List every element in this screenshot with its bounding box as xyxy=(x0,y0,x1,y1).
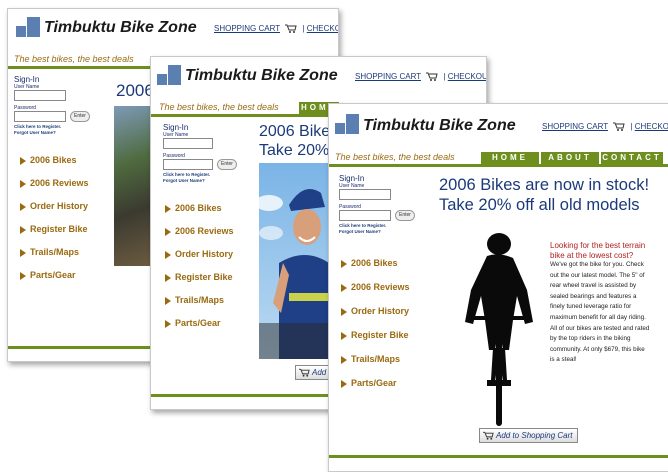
top-separator: | xyxy=(630,122,633,131)
footer-line xyxy=(329,455,668,458)
arrow-icon xyxy=(20,249,26,257)
signin-title: Sign-In xyxy=(163,123,189,132)
arrow-icon xyxy=(341,284,347,292)
top-links: SHOPPING CART | CHECKOUT xyxy=(355,72,486,82)
rider-photo xyxy=(259,163,329,359)
password-field[interactable] xyxy=(14,111,66,122)
forgot-link[interactable]: Forgot User Name? xyxy=(14,130,90,136)
logo-text[interactable]: Timbuktu Bike Zone xyxy=(363,117,516,135)
enter-button[interactable]: Enter xyxy=(395,210,415,221)
shopping-cart-link[interactable]: SHOPPING CART xyxy=(355,72,421,81)
cart-icon[interactable] xyxy=(613,122,625,132)
username-field[interactable] xyxy=(163,138,213,149)
tab-home[interactable]: HOME xyxy=(481,152,539,164)
arrow-icon xyxy=(165,297,171,305)
tagline: The best bikes, the best deals xyxy=(335,152,455,162)
arrow-icon xyxy=(20,157,26,165)
page-headline-line2: Take 20% off all old models xyxy=(439,196,640,214)
promo-body: We've got the bike for you. Check out th… xyxy=(550,261,650,364)
top-links: SHOPPING CART | CHECKOUT xyxy=(542,122,668,132)
tagline: The best bikes, the best deals xyxy=(14,54,134,64)
promo-title: Looking for the best terrain bike at the… xyxy=(550,241,646,260)
arrow-icon xyxy=(165,274,171,282)
cart-icon xyxy=(483,431,494,440)
signin-panel: Sign-In User Name Password Enter Click h… xyxy=(339,174,415,235)
tab-contact[interactable]: CONTACT xyxy=(601,152,663,164)
arrow-icon xyxy=(341,332,347,340)
signin-panel: Sign-In User Name Password Enter Click h… xyxy=(14,75,90,136)
arrow-icon xyxy=(20,203,26,211)
add-to-cart-label: Add to Shopping Cart xyxy=(496,431,573,440)
bike-photo xyxy=(114,106,154,266)
nav-tabs: HOME ABOUT CONTACT xyxy=(479,152,663,164)
shopping-cart-link[interactable]: SHOPPING CART xyxy=(542,122,608,131)
top-separator: | xyxy=(443,72,446,81)
page-variant-front: Timbuktu Bike Zone SHOPPING CART | CHECK… xyxy=(328,103,668,472)
shopping-cart-link[interactable]: SHOPPING CART xyxy=(214,24,280,33)
tab-about[interactable]: ABOUT xyxy=(541,152,599,164)
password-field[interactable] xyxy=(339,210,391,221)
arrow-icon xyxy=(20,226,26,234)
tagline: The best bikes, the best deals xyxy=(159,102,279,112)
cart-icon[interactable] xyxy=(426,72,438,82)
add-to-cart-button[interactable]: Add to Shopping Cart xyxy=(479,428,578,443)
checkout-link[interactable]: CHECKOUT xyxy=(448,72,486,81)
arrow-icon xyxy=(341,260,347,268)
checkout-link[interactable]: CHECKOUT xyxy=(635,122,668,131)
username-field[interactable] xyxy=(14,90,66,101)
username-field[interactable] xyxy=(339,189,391,200)
forgot-link[interactable]: Forgot User Name? xyxy=(163,178,237,184)
signin-title: Sign-In xyxy=(339,174,365,183)
arrow-icon xyxy=(165,228,171,236)
cyclist-silhouette xyxy=(465,233,533,426)
password-field[interactable] xyxy=(163,159,213,170)
logo-icon xyxy=(16,17,40,37)
promo-text: Looking for the best terrain bike at the… xyxy=(550,241,650,366)
cart-icon xyxy=(299,368,310,377)
arrow-icon xyxy=(341,356,347,364)
add-to-cart-label: Add xyxy=(312,368,327,377)
enter-button[interactable]: Enter xyxy=(70,111,90,122)
cart-icon[interactable] xyxy=(285,24,297,34)
signin-panel: Sign-In User Name Password Enter Click h… xyxy=(163,123,237,184)
logo-text[interactable]: Timbuktu Bike Zone xyxy=(185,67,338,85)
page-headline-line1: 2006 Bike xyxy=(259,123,331,140)
logo-icon xyxy=(157,65,181,85)
logo-icon xyxy=(335,114,359,134)
top-links: SHOPPING CART | CHECKOUT xyxy=(214,24,338,34)
forgot-link[interactable]: Forgot User Name? xyxy=(339,229,415,235)
arrow-icon xyxy=(165,251,171,259)
logo-text[interactable]: Timbuktu Bike Zone xyxy=(44,19,197,37)
arrow-icon xyxy=(165,205,171,213)
top-separator: | xyxy=(302,24,305,33)
checkout-link[interactable]: CHECKOUT xyxy=(307,24,338,33)
arrow-icon xyxy=(20,180,26,188)
page-headline-line2: Take 20% xyxy=(259,142,330,159)
arrow-icon xyxy=(341,308,347,316)
add-to-cart-button[interactable]: Add xyxy=(295,365,332,380)
enter-button[interactable]: Enter xyxy=(217,159,237,170)
arrow-icon xyxy=(20,272,26,280)
arrow-icon xyxy=(341,380,347,388)
arrow-icon xyxy=(165,320,171,328)
signin-title: Sign-In xyxy=(14,75,40,84)
page-headline: 2006 xyxy=(116,81,154,100)
page-headline-line1: 2006 Bikes are now in stock! xyxy=(439,176,650,194)
